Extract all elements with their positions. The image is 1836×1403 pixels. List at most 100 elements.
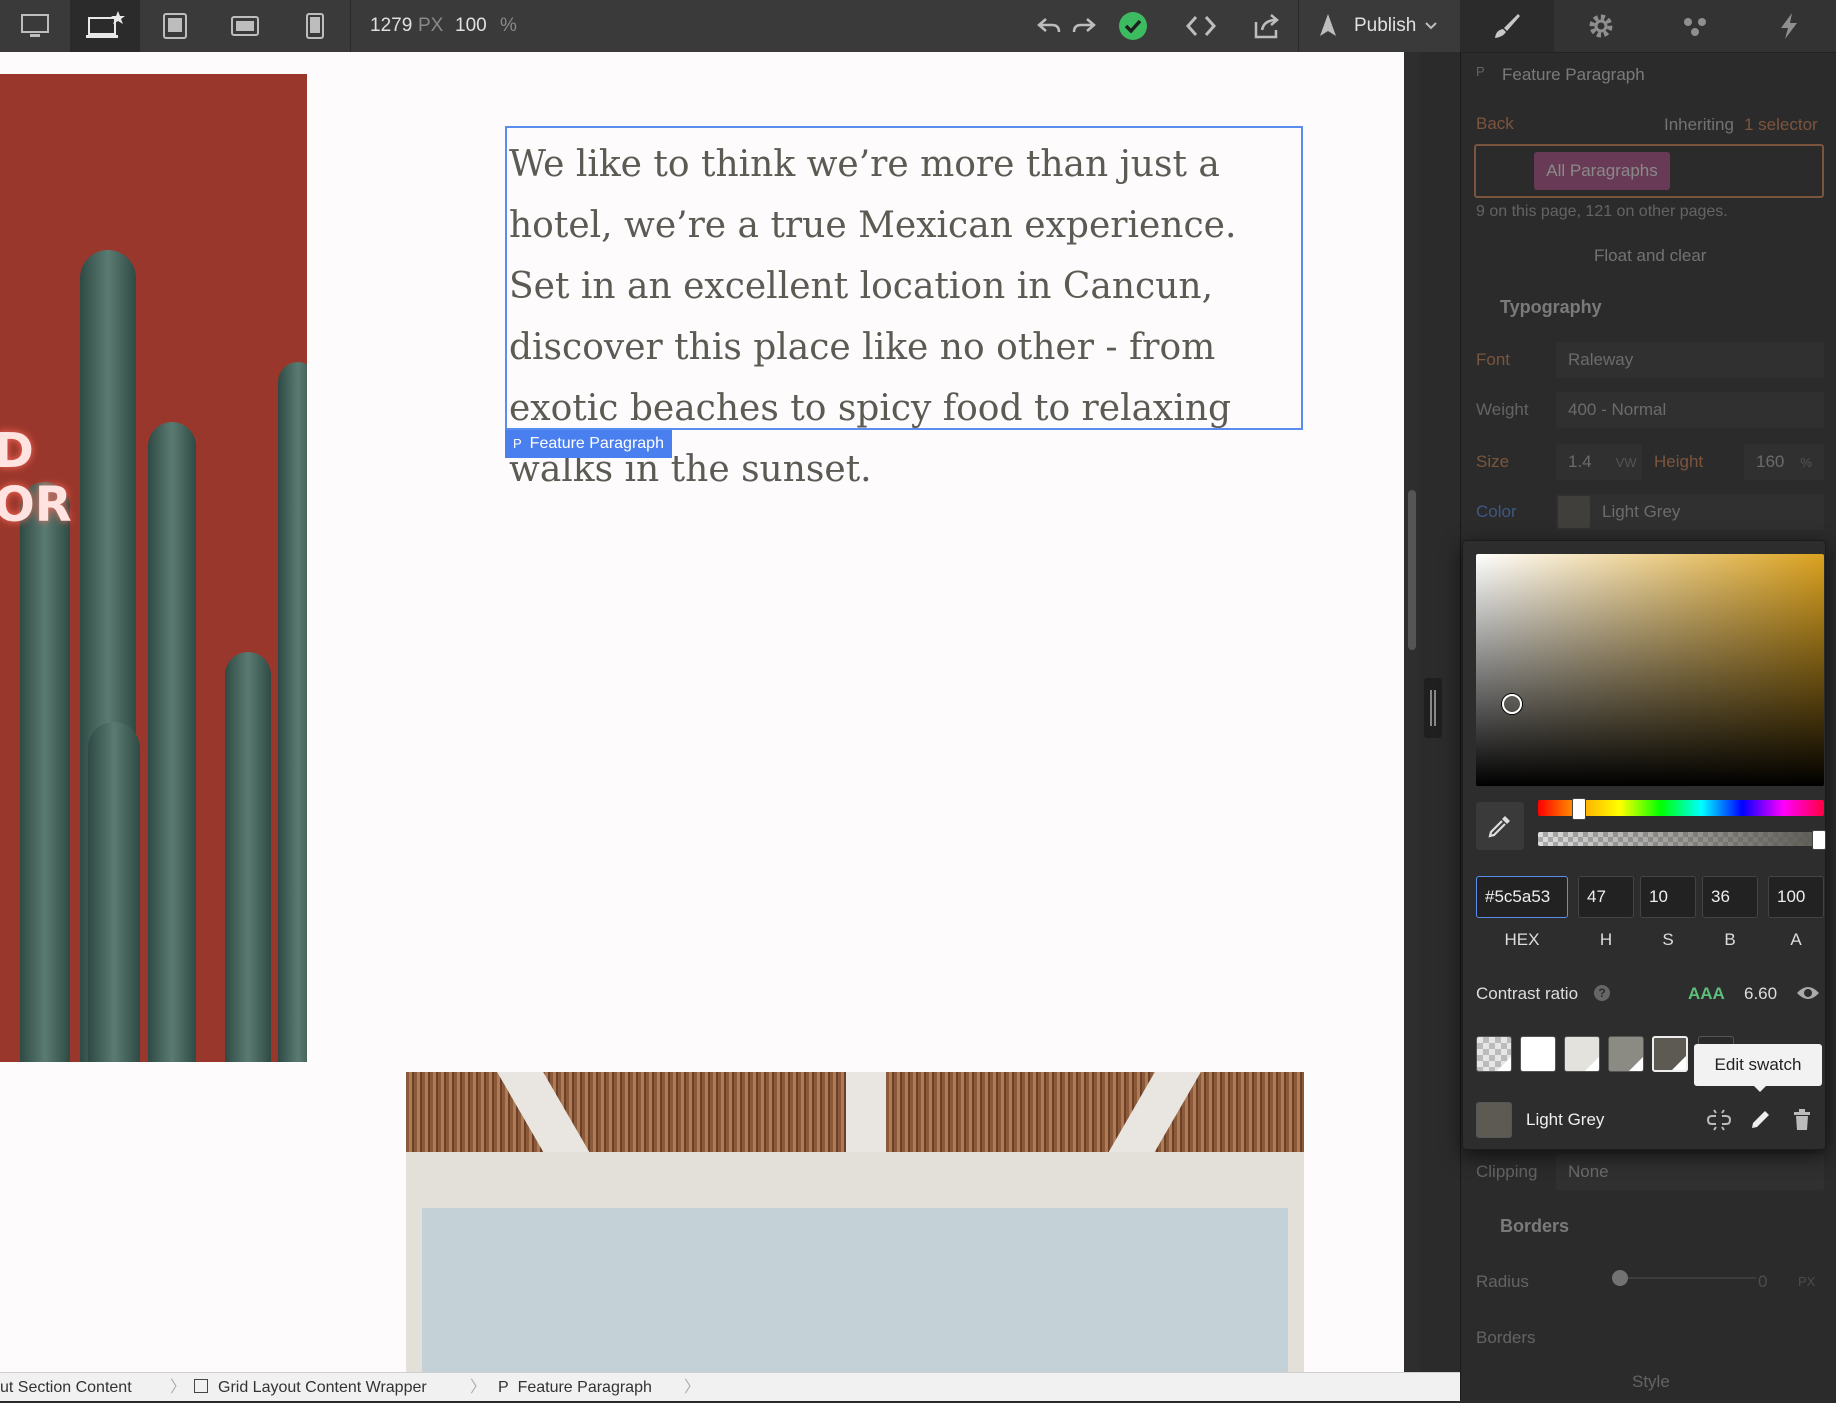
- usage-note: 9 on this page, 121 on other pages.: [1476, 203, 1728, 220]
- radius-slider-handle[interactable]: [1612, 1270, 1628, 1286]
- alpha-slider-handle[interactable]: [1812, 830, 1826, 850]
- unlink-swatch-button[interactable]: [1706, 1108, 1732, 1137]
- tab-interactions-droplets[interactable]: [1648, 0, 1742, 52]
- trash-icon: [1794, 1109, 1810, 1130]
- clipping-select[interactable]: None: [1556, 1154, 1824, 1190]
- feature-paragraph[interactable]: We like to think we’re more than just a …: [505, 126, 1303, 490]
- tablet-icon: [163, 13, 187, 39]
- undo-icon: [1037, 18, 1061, 33]
- pergola-post: [406, 1208, 422, 1372]
- breadcrumb-separator-icon: 〉: [684, 1379, 701, 1396]
- inheriting-label: Inheriting: [1664, 115, 1734, 134]
- swatch-white[interactable]: [1520, 1036, 1556, 1072]
- typography-header[interactable]: Typography: [1500, 297, 1602, 318]
- help-icon[interactable]: ?: [1594, 985, 1610, 1001]
- eyedropper-button[interactable]: [1476, 802, 1524, 850]
- size-unit: VW: [1615, 455, 1637, 470]
- size-input[interactable]: 1.4 VW: [1556, 444, 1642, 480]
- weight-label: Weight: [1476, 400, 1529, 419]
- saturation-label: S: [1662, 930, 1674, 949]
- pergola-image[interactable]: [406, 1072, 1304, 1372]
- swatch-grey[interactable]: [1608, 1036, 1644, 1072]
- delete-swatch-button[interactable]: [1792, 1108, 1812, 1137]
- hue-input[interactable]: 47: [1578, 876, 1634, 918]
- canvas-scrollbar[interactable]: [1404, 52, 1420, 1372]
- swatch-off-white[interactable]: [1564, 1036, 1600, 1072]
- div-block-icon: [194, 1379, 208, 1393]
- radius-label: Radius: [1476, 1272, 1529, 1291]
- alpha-input[interactable]: 100: [1768, 876, 1824, 918]
- mobile-landscape-breakpoint-button[interactable]: [210, 0, 280, 52]
- breadcrumb-tag: P: [498, 1379, 509, 1396]
- edit-swatch-button[interactable]: [1748, 1108, 1772, 1137]
- laptop-breakpoint-button[interactable]: [70, 0, 140, 52]
- cactus-image[interactable]: D OR: [0, 74, 307, 1062]
- color-value: Light Grey: [1602, 502, 1681, 521]
- tab-interactions[interactable]: [1742, 0, 1836, 52]
- breadcrumb-item[interactable]: P Feature Paragraph: [498, 1373, 652, 1401]
- zoom-unit: %: [500, 15, 517, 36]
- height-input[interactable]: 160%: [1744, 444, 1824, 480]
- radius-value[interactable]: 0: [1758, 1272, 1767, 1292]
- rocket-icon: [1320, 14, 1336, 36]
- canvas-resize-handle[interactable]: [1424, 678, 1442, 738]
- desktop-breakpoint-button[interactable]: [0, 0, 70, 52]
- hue-slider-handle[interactable]: [1572, 798, 1586, 820]
- border-style-label: Style: [1632, 1372, 1670, 1391]
- neon-sign: D OR: [0, 423, 72, 533]
- weight-select[interactable]: 400 - Normal: [1556, 392, 1824, 428]
- cactus-shape: [225, 652, 271, 1062]
- zoom-value[interactable]: 100: [455, 0, 487, 52]
- inheriting-count[interactable]: 1 selector: [1744, 115, 1818, 135]
- hex-input[interactable]: #5c5a53: [1476, 876, 1568, 918]
- swatch-light-grey-selected[interactable]: [1652, 1036, 1688, 1072]
- saturation-brightness-area[interactable]: [1476, 554, 1824, 786]
- swatch-transparent[interactable]: [1476, 1036, 1512, 1072]
- canvas-scrollbar-thumb[interactable]: [1408, 490, 1416, 650]
- breadcrumb-separator-icon: 〉: [170, 1379, 187, 1396]
- saturation-brightness-handle[interactable]: [1502, 694, 1522, 714]
- unlink-icon: [1706, 1109, 1732, 1131]
- toolbar-divider: [1298, 0, 1299, 52]
- tab-settings[interactable]: [1554, 0, 1648, 52]
- cactus-shape: [278, 362, 307, 1062]
- selected-element-badge[interactable]: P Feature Paragraph: [505, 430, 672, 458]
- breadcrumb-item[interactable]: Grid Layout Content Wrapper: [194, 1373, 427, 1401]
- code-export-button[interactable]: [1166, 0, 1236, 52]
- font-select[interactable]: Raleway: [1556, 342, 1824, 378]
- mobile-landscape-icon: [231, 16, 259, 36]
- gear-icon: [1589, 14, 1613, 38]
- current-swatch-preview: [1476, 1102, 1512, 1138]
- canvas-width-value[interactable]: 1279: [370, 0, 412, 52]
- hex-label: HEX: [1504, 930, 1540, 949]
- share-button[interactable]: [1232, 0, 1302, 52]
- color-label: Color: [1476, 502, 1517, 521]
- cactus-shape: [20, 482, 70, 1062]
- mobile-portrait-icon: [306, 13, 324, 39]
- mobile-portrait-breakpoint-button[interactable]: [280, 0, 350, 52]
- contrast-ratio-label: Contrast ratio: [1476, 984, 1579, 1003]
- tablet-breakpoint-button[interactable]: [140, 0, 210, 52]
- desktop-icon: [21, 14, 49, 37]
- share-icon: [1254, 14, 1279, 39]
- color-field[interactable]: Light Grey: [1556, 494, 1824, 530]
- contrast-value: 6.60: [1744, 984, 1778, 1003]
- brightness-input[interactable]: 36: [1702, 876, 1758, 918]
- class-chip[interactable]: All Paragraphs: [1534, 152, 1670, 190]
- publish-button[interactable]: Publish: [1300, 0, 1460, 52]
- eye-icon: [1797, 987, 1819, 999]
- alpha-slider[interactable]: [1538, 832, 1824, 846]
- preview-contrast-button[interactable]: [1796, 984, 1820, 1007]
- swatch-name: Light Grey: [1526, 1110, 1605, 1129]
- float-clear-section[interactable]: Float and clear: [1594, 246, 1706, 266]
- hue-label: H: [1599, 930, 1613, 949]
- tab-style[interactable]: [1460, 0, 1554, 52]
- size-value: 1.4: [1568, 452, 1592, 471]
- saturation-input[interactable]: 10: [1640, 876, 1696, 918]
- status-check-button[interactable]: [1098, 0, 1168, 52]
- back-link[interactable]: Back: [1476, 114, 1514, 134]
- publish-label: Publish: [1354, 15, 1417, 36]
- radius-slider[interactable]: [1616, 1277, 1756, 1279]
- borders-header[interactable]: Borders: [1500, 1216, 1569, 1237]
- breadcrumb-item[interactable]: ut Section Content: [0, 1373, 132, 1401]
